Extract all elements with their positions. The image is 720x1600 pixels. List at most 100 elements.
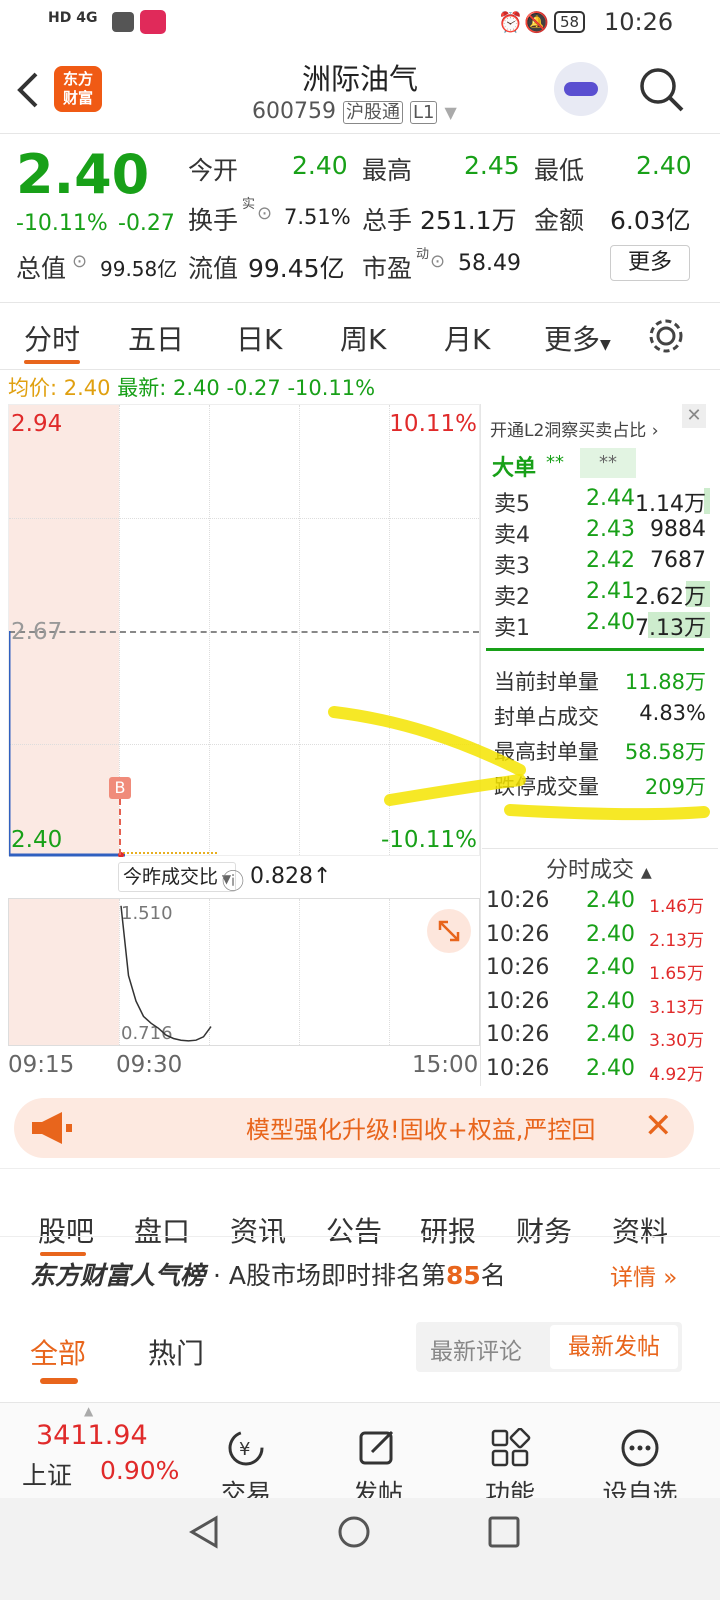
collapse-caret-icon[interactable]: ▲ [84, 1404, 93, 1418]
ticks-divider [482, 848, 718, 849]
more-button[interactable]: 更多 [610, 245, 690, 281]
tab-research[interactable]: 研报 [420, 1210, 476, 1250]
ask-row[interactable]: 卖5 2.44 1.14万 [494, 486, 716, 517]
svg-text:¥: ¥ [239, 1439, 250, 1460]
rank-detail-link[interactable]: 详情 » [610, 1258, 677, 1292]
ask-row[interactable]: 卖1 2.40 7.13万 [494, 610, 716, 641]
settings-gear-icon[interactable] [646, 316, 686, 356]
tick-price: 2.40 [586, 955, 635, 980]
mute-icon: 🔕 [524, 10, 549, 34]
pe-sup: 动 [416, 247, 430, 262]
info-icon[interactable]: ⊙ [430, 251, 445, 272]
close-icon[interactable]: ✕ [644, 1106, 673, 1146]
tab-daily-k[interactable]: 日K [236, 318, 282, 358]
tick-volume: 1.65万 [649, 964, 704, 984]
network-icon: HD 4G [48, 10, 98, 26]
section-divider [0, 1168, 720, 1169]
tick-volume: 3.13万 [649, 997, 704, 1018]
close-banner-icon[interactable]: ✕ [682, 404, 706, 428]
info-icon[interactable]: ⊙ [257, 203, 272, 224]
system-recents-icon[interactable] [486, 1514, 522, 1550]
grid-icon [491, 1427, 531, 1467]
avg-value: 2.40 [63, 376, 111, 400]
forum-tab-hot[interactable]: 热门 [148, 1332, 204, 1372]
tick-price: 2.40 [586, 888, 635, 913]
tab-weekly-k[interactable]: 周K [340, 318, 386, 358]
change-pct: -10.11% [16, 211, 108, 236]
robot-avatar-icon[interactable] [554, 62, 608, 116]
index-name[interactable]: 上证 [22, 1456, 72, 1492]
open-value: 2.40 [292, 151, 348, 180]
system-home-icon[interactable] [336, 1514, 372, 1550]
float-value: 99.45亿 [248, 254, 345, 283]
megaphone-icon [32, 1112, 72, 1144]
tab-more[interactable]: 更多▼ [544, 318, 611, 358]
battery-icon: 58 [554, 11, 586, 33]
subchart-selector[interactable]: 今昨成交比 ▼ [118, 862, 237, 892]
ask-row[interactable]: 卖3 2.42 7687 [494, 548, 716, 579]
low-value: 2.40 [636, 151, 692, 180]
level-badge: L1 [409, 101, 438, 124]
tick-price: 2.40 [586, 1055, 635, 1081]
help-icon[interactable]: ⓘ [222, 864, 244, 896]
sort-toggle: 最新评论 最新发帖 [416, 1322, 682, 1372]
index-pct[interactable]: 0.90% [100, 1456, 179, 1485]
chart-info-row: 均价: 2.40 最新: 2.40 -0.27 -10.11% [8, 372, 375, 402]
ask-label: 卖4 [494, 523, 530, 548]
tick-row: 10:26 2.40 2.13万 [486, 922, 716, 954]
l2-banner[interactable]: 开通L2洞察买卖占比 › [490, 416, 659, 441]
ask-row[interactable]: 卖4 2.43 9884 [494, 517, 716, 548]
buy-marker[interactable]: B [109, 777, 131, 799]
edit-icon [359, 1430, 394, 1465]
tab-monthly-k[interactable]: 月K [444, 318, 490, 358]
latest-chg: -0.27 [226, 376, 281, 400]
app-notify-icon [140, 10, 166, 34]
highlight-arrow-annotation [328, 706, 710, 821]
ask-price: 2.40 [586, 610, 635, 635]
ticks-title[interactable]: 分时成交 ▲ [546, 852, 652, 884]
x-tick-close: 15:00 [412, 1052, 479, 1078]
ask-volume: 7.13万 [635, 616, 706, 641]
expand-icon[interactable] [427, 909, 471, 953]
tab-pankou[interactable]: 盘口 [134, 1210, 190, 1250]
tick-row: 10:26 2.40 1.46万 [486, 888, 716, 920]
tab-intraday[interactable]: 分时 [24, 318, 80, 358]
tab-finance[interactable]: 财务 [516, 1210, 572, 1250]
system-back-icon[interactable] [186, 1514, 222, 1550]
rank-title: 东方财富人气榜 [30, 1261, 206, 1290]
rank-number: 85 [445, 1261, 481, 1290]
popularity-rank[interactable]: 东方财富人气榜 · A股市场即时排名第85名 [30, 1256, 506, 1292]
ask-label: 卖5 [494, 492, 530, 517]
forum-tab-all[interactable]: 全部 [30, 1332, 86, 1372]
turnover-sup: 实 [242, 197, 256, 212]
rank-detail-text: 详情 [610, 1265, 656, 1291]
rank-text: · A股市场即时排名第 [212, 1261, 446, 1290]
index-value[interactable]: 3411.94 [36, 1420, 148, 1451]
tab-announcements[interactable]: 公告 [326, 1210, 382, 1250]
volume-ratio-chart[interactable]: 1.510 0.716 [8, 898, 480, 1046]
ask-label: 卖2 [494, 585, 530, 610]
stock-code-row[interactable]: 600759 沪股通 L1 ▼ [252, 98, 457, 124]
stat-label: 当前封单量 [494, 670, 599, 694]
tab-profile[interactable]: 资料 [612, 1210, 668, 1250]
sort-latest-post[interactable]: 最新发帖 [550, 1325, 678, 1369]
tab-indicator [24, 360, 80, 364]
tab-guba[interactable]: 股吧 [38, 1210, 94, 1250]
search-icon[interactable] [638, 66, 686, 114]
float-label: 流值 [188, 254, 239, 283]
section-divider-2 [0, 1236, 720, 1237]
tick-time: 10:26 [486, 955, 550, 980]
promo-banner[interactable]: 模型强化升级!固收+权益,严控回 ✕ [14, 1098, 694, 1158]
tab-five-day[interactable]: 五日 [128, 318, 184, 358]
info-icon[interactable]: ⊙ [72, 251, 87, 272]
high-value: 2.45 [464, 151, 520, 180]
ask-volume: 1.14万 [635, 492, 706, 517]
stock-header: 东方 财富 洲际油气 600759 沪股通 L1 ▼ [0, 44, 720, 134]
sort-latest-comment[interactable]: 最新评论 [430, 1332, 522, 1366]
big-order-label: 大单 [492, 456, 537, 481]
ask-row[interactable]: 卖2 2.41 2.62万 [494, 579, 716, 610]
tab-news[interactable]: 资讯 [230, 1210, 286, 1250]
amount-label: 金额 [534, 206, 585, 235]
promo-text: 模型强化升级!固收+权益,严控回 [246, 1116, 596, 1144]
forum-tab-indicator [40, 1378, 78, 1384]
